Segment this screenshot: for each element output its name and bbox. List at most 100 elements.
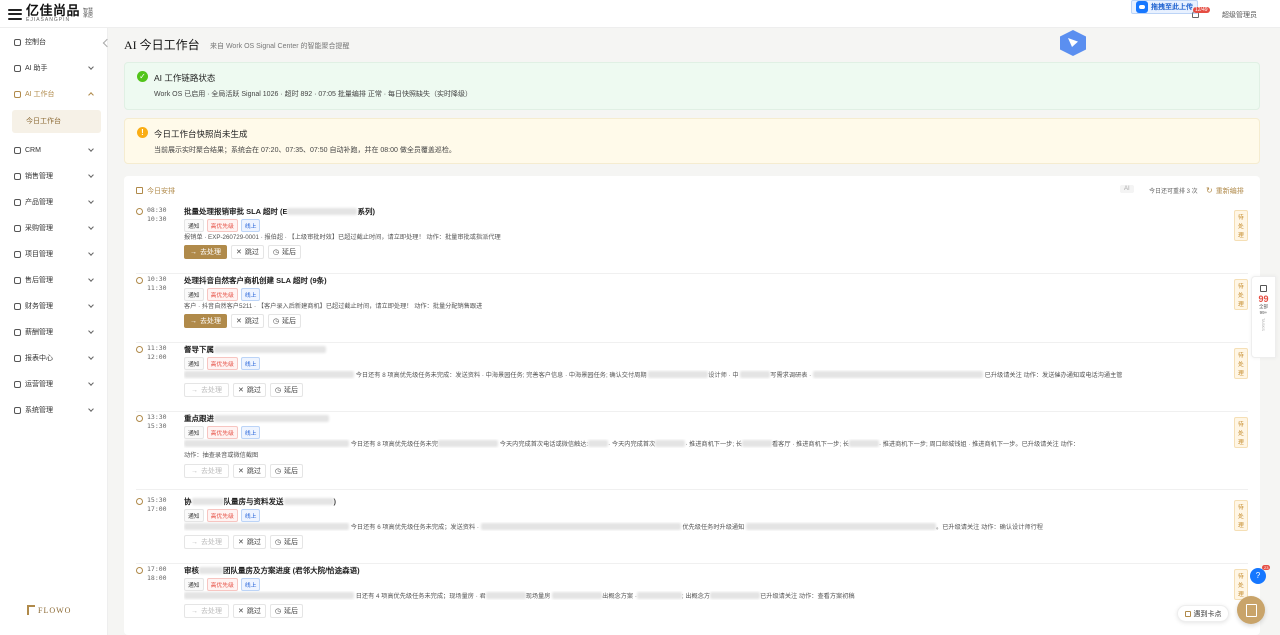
task-count: 99 — [1258, 294, 1269, 304]
sidebar-item-dashboard[interactable]: 控制台 — [0, 33, 108, 51]
chevron-down-icon — [88, 146, 94, 152]
sidebar-subitem-today-workbench[interactable]: 今日工作台 — [12, 110, 101, 133]
sidebar-item-operations[interactable]: 运营管理 — [0, 375, 108, 393]
brand-logo[interactable]: 亿佳尚品 EJIASANGPIN 智慧家居 — [8, 4, 94, 23]
warning-banner-text: 当前展示实时聚合结果；系统会在 07:20、07:35、07:50 自动补跑，并… — [154, 147, 456, 154]
tag-online: 线上 — [240, 578, 261, 591]
chart-icon — [14, 354, 21, 362]
tag-high-priority: 高优先级 — [206, 578, 238, 591]
help-badge: 23 — [1262, 565, 1271, 570]
skip-button[interactable]: 跳过 — [233, 383, 266, 397]
sidebar-item-projects[interactable]: 项目管理 — [0, 245, 108, 263]
delay-button[interactable]: 延后 — [269, 464, 303, 478]
skip-button[interactable]: 跳过 — [233, 535, 266, 549]
tag-notice: 通知 — [184, 357, 204, 370]
sidebar-item-label: 产品管理 — [25, 199, 53, 206]
go-handle-button[interactable]: 去处理 — [184, 535, 229, 549]
task-actions: 去处理 跳过 延后 — [184, 245, 305, 259]
task-description-line-2: 动作：抽查录音或微信截图 — [184, 452, 259, 459]
sidebar-item-label: 控制台 — [25, 39, 46, 46]
chevron-down-icon — [88, 250, 94, 256]
clock-icon — [136, 498, 143, 505]
chevron-down-icon — [88, 354, 94, 360]
sidebar-item-ai-workbench[interactable]: AI 工作台 — [0, 85, 108, 103]
drag-upload-button[interactable]: 拖拽至此上传 — [1131, 0, 1198, 14]
go-handle-button[interactable]: 去处理 — [184, 314, 227, 328]
cloud-upload-icon — [1136, 1, 1148, 13]
task-counter-panel[interactable]: 99 全部 99+ TASKS — [1251, 276, 1276, 358]
sidebar-item-ai-assistant[interactable]: AI 助手 — [0, 59, 108, 77]
report-blocker-label: 遇到卡点 — [1193, 610, 1222, 618]
task-title[interactable]: 协队量房与资料发送) — [184, 496, 336, 507]
skip-button[interactable]: 跳过 — [233, 604, 266, 618]
sidebar-item-reports[interactable]: 报表中心 — [0, 349, 108, 367]
operations-icon — [14, 380, 21, 388]
delay-button[interactable]: 延后 — [267, 314, 301, 328]
report-blocker-button[interactable]: 遇到卡点 — [1177, 605, 1229, 622]
task-description: 今日还有 6 项高优先级任务未完成；发送资料 · 优先级任务时升级通知 。已升级… — [184, 522, 1043, 531]
warning-icon: ! — [137, 127, 148, 138]
calendar-icon — [136, 187, 143, 194]
sidebar-item-sales[interactable]: 销售管理 — [0, 167, 108, 185]
sidebar-item-finance[interactable]: 财务管理 — [0, 297, 108, 315]
tag-online: 线上 — [240, 426, 261, 439]
task-time: 13:30 15:30 — [147, 413, 167, 430]
clipboard-icon — [1260, 285, 1267, 292]
redo-schedule-button[interactable]: 重新编排 — [1206, 186, 1244, 196]
ai-icon — [14, 64, 21, 72]
task-row: 15:30 17:00 协队量房与资料发送) 通知 高优先级 线上 今日还有 6 … — [136, 495, 1248, 564]
skip-button[interactable]: 跳过 — [231, 314, 264, 328]
skip-button[interactable]: 跳过 — [233, 464, 266, 478]
task-row: 17:00 18:00 审核 团队量房及方案进度 (君邻大院/恰途森语) 通知 高优… — [136, 564, 1248, 633]
task-title[interactable]: 督导下属 — [184, 344, 326, 355]
go-handle-button[interactable]: 去处理 — [184, 464, 229, 478]
workbench-icon — [14, 90, 21, 98]
chevron-down-icon — [88, 380, 94, 386]
footer-logo-text: FLOWO — [38, 606, 72, 615]
skip-button[interactable]: 跳过 — [231, 245, 264, 259]
schedule-title: 今日安排 — [147, 188, 175, 195]
clock-icon — [136, 346, 143, 353]
floating-assistant-icon[interactable] — [1060, 30, 1086, 56]
sidebar-item-label: 系统管理 — [25, 407, 53, 414]
task-actions: 去处理 跳过 延后 — [184, 314, 305, 328]
go-handle-button[interactable]: 去处理 — [184, 245, 227, 259]
task-title[interactable]: 批量处理报销审批 SLA 超时 (E 系列) — [184, 206, 375, 217]
chevron-down-icon — [88, 276, 94, 282]
sidebar-item-crm[interactable]: CRM — [0, 141, 108, 159]
task-time: 17:00 18:00 — [147, 565, 167, 582]
help-button[interactable]: ? — [1250, 568, 1266, 584]
warning-banner-title: 今日工作台快照尚未生成 — [154, 129, 248, 139]
go-handle-button[interactable]: 去处理 — [184, 604, 229, 618]
delay-button[interactable]: 延后 — [269, 383, 303, 397]
chevron-down-icon — [88, 224, 94, 230]
tag-high-priority: 高优先级 — [206, 219, 238, 232]
sidebar-item-after-sales[interactable]: 售后管理 — [0, 271, 108, 289]
delay-button[interactable]: 延后 — [269, 535, 303, 549]
task-title[interactable]: 审核 团队量房及方案进度 (君邻大院/恰途森语) — [184, 565, 360, 576]
task-actions: 去处理 跳过 延后 — [184, 383, 307, 397]
sidebar-item-payroll[interactable]: 薪酬管理 — [0, 323, 108, 341]
sidebar-item-label: AI 工作台 — [25, 91, 55, 98]
delay-button[interactable]: 延后 — [267, 245, 301, 259]
go-handle-button[interactable]: 去处理 — [184, 383, 229, 397]
task-tags: 通知 高优先级 线上 — [184, 426, 263, 439]
sidebar-item-label: 采购管理 — [25, 225, 53, 232]
tag-notice: 通知 — [184, 426, 204, 439]
sidebar-item-products[interactable]: 产品管理 — [0, 193, 108, 211]
sidebar-item-label: 售后管理 — [25, 277, 53, 284]
task-title[interactable]: 重点跟进 — [184, 413, 329, 424]
notification-badge: 12/49 — [1193, 7, 1210, 13]
tag-online: 线上 — [240, 509, 261, 522]
user-name[interactable]: 超级管理员 — [1222, 10, 1257, 20]
sidebar-item-system[interactable]: 系统管理 — [0, 401, 108, 419]
sidebar: 控制台 AI 助手 AI 工作台 今日工作台 CRM 销售管理 产品管理 采购管… — [0, 28, 112, 635]
logo-tagline: 智慧家居 — [83, 8, 94, 19]
sidebar-item-label: 财务管理 — [25, 303, 53, 310]
notes-fab-button[interactable] — [1237, 596, 1265, 624]
footer-logo: FLOWO — [27, 605, 71, 615]
task-panel-vertical-label: TASKS — [1261, 318, 1266, 331]
task-title[interactable]: 处理抖音自然客户商机创建 SLA 超时 (9条) — [184, 275, 327, 286]
sidebar-item-purchasing[interactable]: 采购管理 — [0, 219, 108, 237]
delay-button[interactable]: 延后 — [269, 604, 303, 618]
